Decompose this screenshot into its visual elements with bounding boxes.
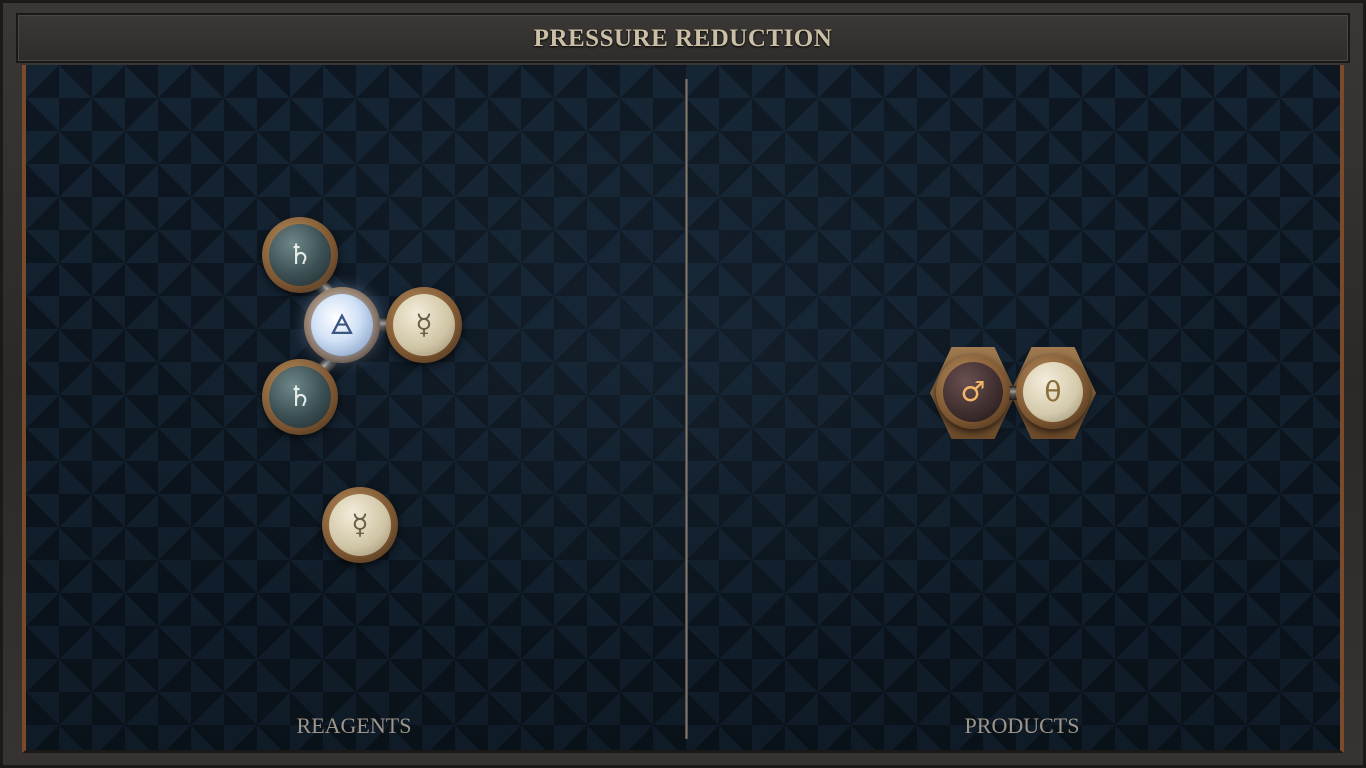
salt-icon: ♄ bbox=[287, 380, 313, 413]
mercury-atom[interactable]: ☿ bbox=[386, 287, 462, 363]
mercury-icon: ☿ bbox=[415, 308, 433, 341]
title-bar: PRESSURE REDUCTION bbox=[16, 13, 1350, 63]
salt-atom[interactable]: ♄ bbox=[262, 359, 338, 435]
puzzle-title: PRESSURE REDUCTION bbox=[533, 25, 833, 52]
mercury-atom[interactable]: ☿ bbox=[322, 487, 398, 563]
reagents-label: REAGENTS bbox=[296, 713, 412, 738]
iron-icon: ♂ bbox=[960, 375, 986, 408]
puzzle-board: ♄ ♄ 🜁 ☿ ☿ ♂ θ REAGENTS PRODUCTS bbox=[22, 65, 1344, 753]
salt-atom[interactable]: ♄ bbox=[262, 217, 338, 293]
iron-atom: ♂ bbox=[936, 355, 1010, 429]
salt-icon: ♄ bbox=[287, 238, 313, 271]
vitae-icon: θ bbox=[1044, 375, 1062, 408]
section-divider bbox=[685, 79, 688, 739]
air-icon: 🜁 bbox=[329, 308, 355, 341]
vitae-atom: θ bbox=[1016, 355, 1090, 429]
mercury-icon: ☿ bbox=[351, 508, 369, 541]
products-label: PRODUCTS bbox=[964, 713, 1080, 738]
air-atom[interactable]: 🜁 bbox=[304, 287, 380, 363]
